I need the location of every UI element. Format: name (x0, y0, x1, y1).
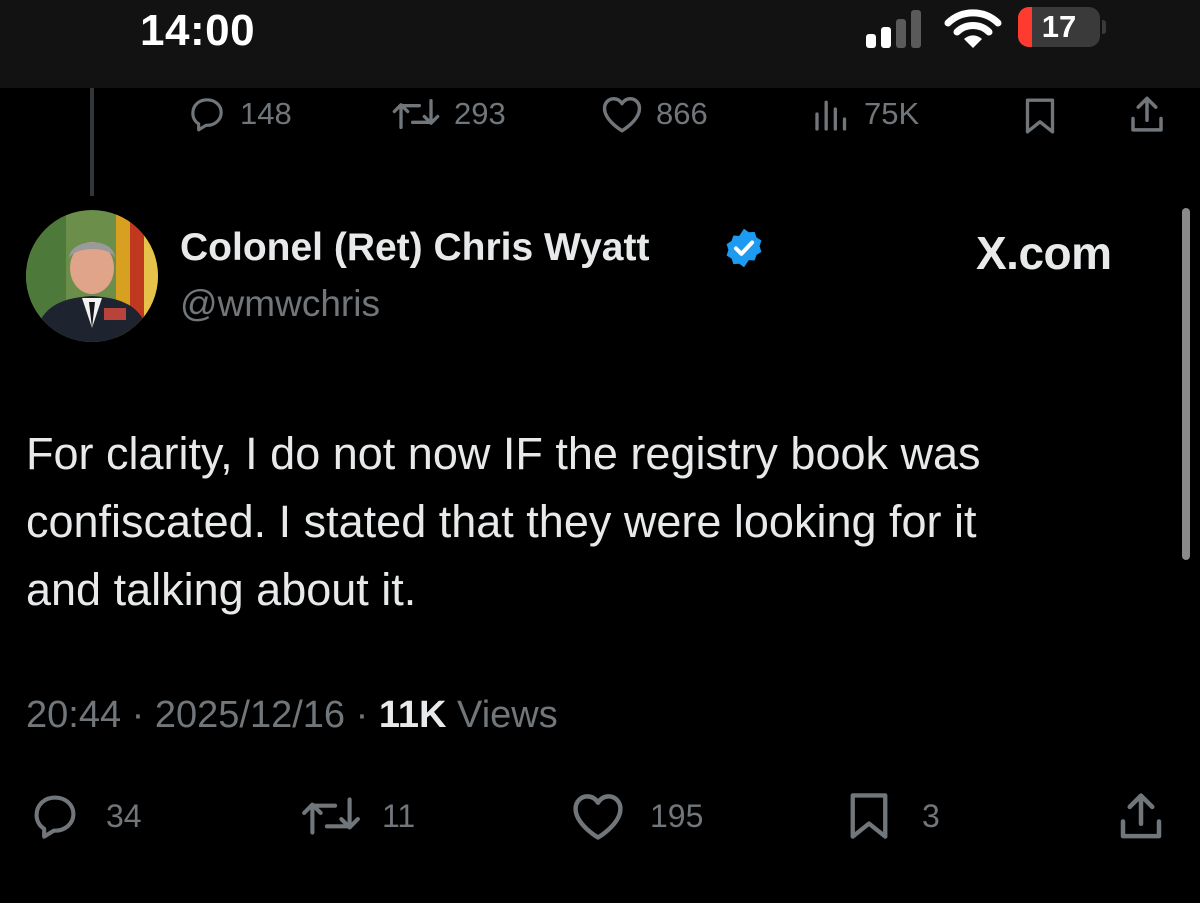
thread-connector (90, 88, 94, 196)
like-button[interactable]: 195 (570, 790, 703, 842)
status-bar: 14:00 17 (0, 0, 1200, 88)
repost-count: 11 (382, 797, 416, 834)
parent-reply-button[interactable]: 148 (186, 94, 292, 134)
heart-icon (573, 794, 623, 840)
verified-badge-icon (726, 228, 762, 268)
heart-icon (602, 97, 642, 133)
tweet-text: For clarity, I do not now IF the registr… (26, 420, 1166, 624)
tweet-meta: 20:44 · 2025/12/16 · 11K Views (26, 694, 558, 737)
status-time: 14:00 (140, 6, 256, 55)
reply-count: 34 (106, 797, 142, 834)
signal-icon (866, 10, 921, 48)
repost-button[interactable]: 11 (300, 790, 415, 842)
repost-icon (302, 797, 360, 835)
battery-icon: 17 (1018, 7, 1106, 47)
battery-level: 17 (1041, 9, 1077, 44)
parent-views-count: 75K (864, 96, 920, 131)
display-name[interactable]: Colonel (Ret) Chris Wyatt (180, 226, 649, 270)
like-count: 195 (650, 797, 704, 834)
tweet-text-line: and talking about it. (26, 564, 417, 615)
parent-like-button[interactable]: 866 (600, 94, 708, 134)
user-handle[interactable]: @wmwchris (180, 283, 380, 325)
share-icon[interactable] (1114, 790, 1168, 844)
parent-reply-count: 148 (240, 96, 292, 131)
reply-button[interactable]: 34 (28, 790, 142, 842)
bookmark-icon (850, 793, 888, 839)
reply-icon (34, 795, 76, 839)
share-icon[interactable] (1126, 94, 1168, 136)
scrollbar[interactable] (1182, 208, 1190, 560)
bookmark-button[interactable]: 3 (846, 790, 940, 842)
repost-icon (392, 99, 440, 129)
bookmark-count: 3 (922, 797, 940, 834)
source-label: X.com (976, 227, 1112, 279)
parent-repost-button[interactable]: 293 (390, 94, 506, 134)
separator: · (131, 694, 145, 736)
views-label: Views (457, 694, 558, 736)
tweet-time[interactable]: 20:44 (26, 694, 121, 736)
parent-repost-count: 293 (454, 96, 506, 131)
parent-like-count: 866 (656, 96, 708, 131)
wifi-icon (944, 9, 1002, 48)
tweet-text-line: For clarity, I do not now IF the registr… (26, 428, 981, 479)
analytics-icon (815, 100, 847, 131)
avatar[interactable] (26, 210, 158, 342)
views-count: 11K (378, 694, 447, 736)
bookmark-icon[interactable] (1022, 96, 1058, 136)
tweet-date[interactable]: 2025/12/16 (155, 694, 345, 736)
separator: · (355, 694, 369, 736)
parent-views-button[interactable]: 75K (812, 94, 919, 134)
tweet-text-line: confiscated. I stated that they were loo… (26, 496, 977, 547)
reply-icon (191, 98, 223, 132)
